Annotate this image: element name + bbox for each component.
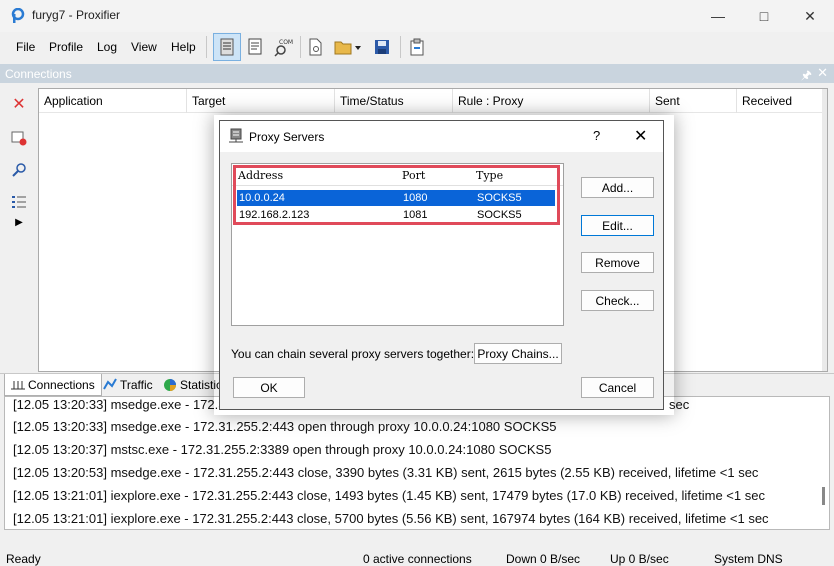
open-profile-button[interactable] (331, 33, 365, 61)
log-line: [12.05 13:20:53] msedge.exe - 172.31.255… (13, 465, 759, 480)
edit-button[interactable]: Edit... (581, 215, 654, 236)
log-line: [12.05 13:21:01] iexplore.exe - 172.31.2… (13, 488, 765, 503)
remove-connection-icon[interactable] (10, 129, 28, 147)
close-icon: ✕ (804, 7, 816, 24)
menu-log[interactable]: Log (97, 40, 117, 54)
proxy-server-icon (229, 128, 243, 143)
status-dns: System DNS (714, 552, 783, 566)
column-target[interactable]: Target (187, 89, 335, 113)
title-bar: furyg7 - Proxifier — □ ✕ (0, 0, 834, 32)
connections-tab-icon (11, 381, 25, 390)
tab-traffic[interactable]: Traffic (97, 374, 159, 396)
statistics-pie-icon (164, 379, 176, 391)
log-line: [12.05 13:20:33] msedge.exe - 172.31.255… (13, 419, 557, 434)
add-button[interactable]: Add... (581, 177, 654, 198)
status-connections: 0 active connections (363, 552, 472, 566)
help-icon[interactable]: ? (593, 128, 600, 143)
dns-search-icon: COM (274, 39, 293, 57)
status-download: Down 0 B/sec (506, 552, 581, 566)
save-disk-icon (375, 40, 389, 54)
proxifier-app-icon (11, 8, 25, 23)
connections-side-toolbar: ✕ ▶ (0, 83, 38, 373)
dialog-title: Proxy Servers (249, 130, 325, 144)
remove-button[interactable]: Remove (581, 252, 654, 273)
table-scrollbar[interactable] (822, 89, 827, 371)
status-upload: Up 0 B/sec (610, 552, 669, 566)
tab-traffic-label: Traffic (120, 378, 153, 392)
proxy-chains-button[interactable]: Proxy Chains... (474, 343, 562, 364)
status-bar: Ready 0 active connections Down 0 B/sec … (0, 548, 834, 566)
window-title: furyg7 - Proxifier (32, 8, 121, 22)
toolbar-separator (400, 36, 401, 58)
find-icon[interactable] (10, 161, 28, 179)
expand-arrow-icon[interactable]: ▶ (10, 213, 28, 231)
proxy-servers-button[interactable] (213, 33, 241, 61)
proxification-rules-button[interactable] (241, 33, 269, 61)
open-folder-icon (334, 41, 361, 55)
log-line: [12.05 13:20:37] mstsc.exe - 172.31.255.… (13, 442, 552, 457)
column-received[interactable]: Received (737, 89, 824, 113)
column-rule-proxy[interactable]: Rule : Proxy (453, 89, 650, 113)
new-profile-button[interactable] (301, 33, 329, 61)
panel-close-icon[interactable]: ✕ (817, 65, 828, 81)
pin-icon[interactable]: 🖈 (801, 66, 812, 87)
menu-help[interactable]: Help (171, 40, 196, 54)
minimize-icon: — (711, 8, 725, 24)
tab-connections[interactable]: Connections (4, 374, 102, 396)
connections-panel-header: Connections 🖈 ✕ (0, 64, 834, 83)
server-list-icon (220, 38, 234, 56)
new-document-icon (309, 38, 322, 56)
list-view-icon[interactable] (10, 193, 28, 211)
proxy-servers-dialog: Proxy Servers ? ✕ Address Port Type 10.0… (219, 120, 664, 410)
menu-view[interactable]: View (131, 40, 157, 54)
column-sent[interactable]: Sent (650, 89, 737, 113)
menu-file[interactable]: File (16, 40, 35, 54)
menu-bar: File Profile Log View Help COM (0, 32, 834, 62)
close-button[interactable]: ✕ (787, 0, 833, 32)
connections-panel-title: Connections (5, 67, 72, 81)
clipboard-icon (410, 38, 424, 56)
maximize-icon: □ (759, 8, 769, 24)
log-scrollbar-thumb[interactable] (822, 487, 825, 505)
connections-table-header: Application Target Time/Status Rule : Pr… (39, 89, 827, 113)
rules-document-icon (248, 38, 262, 55)
close-connection-icon[interactable]: ✕ (10, 95, 28, 113)
log-line: [12.05 13:21:01] iexplore.exe - 172.31.2… (13, 511, 769, 526)
name-resolution-button[interactable]: COM (269, 33, 297, 61)
svg-text:COM: COM (279, 39, 293, 46)
column-application[interactable]: Application (39, 89, 187, 113)
log-line: [12.05 13:20:33] msedge.exe - 172.3 (13, 397, 226, 412)
column-time-status[interactable]: Time/Status (335, 89, 453, 113)
check-button[interactable]: Check... (581, 290, 654, 311)
maximize-button[interactable]: □ (741, 0, 787, 32)
dialog-close-icon[interactable]: ✕ (634, 126, 647, 146)
ok-button[interactable]: OK (233, 377, 305, 398)
traffic-tab-icon (103, 378, 117, 390)
toolbar-separator (206, 36, 207, 58)
log-panel: [12.05 13:20:33] msedge.exe - 172.3 sec … (4, 396, 830, 530)
annotation-highlight-box (233, 165, 560, 225)
chain-description: You can chain several proxy servers toge… (231, 347, 475, 361)
tab-connections-label: Connections (28, 378, 95, 392)
status-ready: Ready (6, 552, 41, 566)
menu-profile[interactable]: Profile (49, 40, 83, 54)
save-profile-button[interactable] (368, 33, 396, 61)
cancel-button[interactable]: Cancel (581, 377, 654, 398)
dialog-title-bar: Proxy Servers ? ✕ (220, 121, 663, 152)
minimize-button[interactable]: — (695, 0, 741, 32)
profile-clipboard-button[interactable] (403, 33, 431, 61)
